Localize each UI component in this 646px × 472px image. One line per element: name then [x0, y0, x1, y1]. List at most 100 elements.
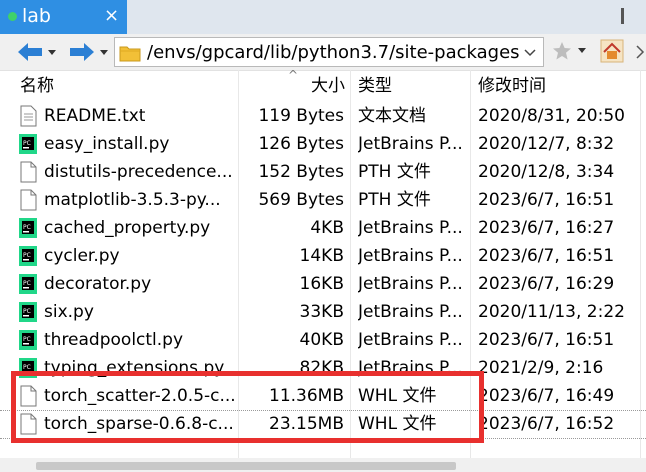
file-size: 11.36MB — [269, 386, 344, 406]
file-modified-date: 2023/6/7, 16:51 — [478, 246, 615, 266]
file-size: 14KB — [299, 246, 344, 266]
window-control-icon[interactable] — [612, 4, 638, 28]
svg-text:PC: PC — [23, 308, 31, 315]
file-row[interactable]: distutils-precedence... 152 Bytes PTH 文件 20… — [0, 158, 646, 186]
pycharm-file-icon: PC — [18, 273, 38, 295]
file-row[interactable]: matplotlib-3.5.3-py... 569 Bytes PTH 文件 202… — [0, 186, 646, 214]
file-size: 23.15MB — [269, 414, 344, 434]
file-name: decorator.py — [44, 274, 152, 294]
file-modified-date: 2023/6/7, 16:29 — [478, 274, 615, 294]
horizontal-scrollbar[interactable] — [0, 458, 646, 472]
forward-arrow-icon[interactable] — [68, 40, 96, 64]
home-icon[interactable] — [600, 39, 624, 63]
folder-icon — [119, 46, 141, 62]
file-type: 文本文档 — [358, 106, 426, 126]
pycharm-file-icon: PC — [18, 357, 38, 379]
pycharm-file-icon: PC — [18, 133, 38, 155]
file-size: 119 Bytes — [258, 106, 344, 126]
toolbar-overflow-arrow-icon[interactable] — [634, 42, 646, 62]
file-size: 40KB — [299, 330, 344, 350]
file-size: 569 Bytes — [258, 190, 344, 210]
tab-title: lab — [22, 5, 51, 27]
bookmark-chevron-down-icon[interactable] — [576, 44, 588, 56]
file-modified-date: 2020/11/13, 2:22 — [478, 302, 625, 322]
bookmark-star-icon[interactable] — [551, 40, 573, 62]
column-header-date[interactable]: 修改时间 — [478, 75, 546, 97]
file-modified-date: 2023/6/7, 16:27 — [478, 218, 615, 238]
generic-file-icon — [18, 413, 38, 435]
generic-file-icon — [18, 161, 38, 183]
file-type: JetBrains P... — [358, 358, 463, 378]
file-name: easy_install.py — [44, 134, 170, 154]
status-dot-icon — [8, 12, 17, 21]
generic-file-icon — [18, 385, 38, 407]
file-size: 33KB — [299, 302, 344, 322]
file-row[interactable]: PC six.py 33KB JetBrains P... 2020/11/13, 2:… — [0, 298, 646, 326]
file-row[interactable]: PC cycler.py 14KB JetBrains P... 2023/6/7, 1… — [0, 242, 646, 270]
file-row[interactable]: PC threadpoolctl.py 40KB JetBrains P... 2023… — [0, 326, 646, 354]
file-size: 152 Bytes — [258, 162, 344, 182]
pycharm-file-icon: PC — [18, 329, 38, 351]
pycharm-file-icon: PC — [18, 245, 38, 267]
svg-text:PC: PC — [23, 364, 31, 371]
address-path[interactable]: /envs/gpcard/lib/python3.7/site-packages — [147, 42, 520, 64]
file-name: torch_sparse-0.6.8-c... — [44, 414, 234, 434]
tab-close-icon[interactable]: × — [104, 6, 119, 26]
file-row[interactable]: PC easy_install.py 126 Bytes JetBrains P...… — [0, 130, 646, 158]
column-header-name[interactable]: 名称 — [20, 75, 54, 97]
file-name: six.py — [44, 302, 94, 322]
file-row[interactable]: README.txt 119 Bytes 文本文档 2020/8/31, 20:50 — [0, 102, 646, 130]
file-modified-date: 2020/12/8, 3:34 — [478, 162, 615, 182]
file-modified-date: 2023/6/7, 16:51 — [478, 330, 615, 350]
back-arrow-icon[interactable] — [16, 40, 44, 64]
back-history-chevron-down-icon[interactable] — [46, 40, 58, 64]
file-size: 16KB — [299, 274, 344, 294]
generic-file-icon — [18, 189, 38, 211]
file-modified-date: 2020/12/7, 8:32 — [478, 134, 615, 154]
file-type: JetBrains P... — [358, 134, 463, 154]
file-row[interactable]: torch_sparse-0.6.8-c... 23.15MB WHL 文件 2023… — [0, 410, 646, 439]
scrollbar-thumb[interactable] — [36, 462, 456, 470]
forward-history-chevron-down-icon[interactable] — [98, 40, 110, 64]
file-type: WHL 文件 — [358, 386, 437, 406]
file-size: 126 Bytes — [258, 134, 344, 154]
file-modified-date: 2020/8/31, 20:50 — [478, 106, 625, 126]
file-name: README.txt — [44, 106, 146, 126]
file-modified-date: 2023/6/7, 16:52 — [478, 414, 615, 434]
file-type: JetBrains P... — [358, 302, 463, 322]
file-type: PTH 文件 — [358, 162, 431, 182]
file-type: JetBrains P... — [358, 246, 463, 266]
file-type: PTH 文件 — [358, 190, 431, 210]
file-row[interactable]: torch_scatter-2.0.5-c... 11.36MB WHL 文件 202… — [0, 382, 646, 411]
file-size: 82KB — [299, 358, 344, 378]
file-row[interactable]: PC decorator.py 16KB JetBrains P... 2023/6/7… — [0, 270, 646, 298]
column-header-type[interactable]: 类型 — [358, 75, 392, 97]
file-name: torch_scatter-2.0.5-c... — [44, 386, 236, 406]
svg-text:PC: PC — [23, 252, 31, 259]
file-row[interactable]: PC cached_property.py 4KB JetBrains P... 202… — [0, 214, 646, 242]
file-name: typing_extensions.py — [44, 358, 225, 378]
file-type: JetBrains P... — [358, 218, 463, 238]
file-name: cached_property.py — [44, 218, 211, 238]
svg-text:PC: PC — [23, 280, 31, 287]
sort-ascending-icon: ^ — [288, 68, 299, 82]
file-modified-date: 2023/6/7, 16:49 — [478, 386, 615, 406]
toolbar: /envs/gpcard/lib/python3.7/site-packages — [0, 34, 646, 71]
file-name: threadpoolctl.py — [44, 330, 184, 350]
svg-text:PC: PC — [23, 224, 31, 231]
column-header-size[interactable]: 大小 — [311, 75, 345, 97]
tab-lab[interactable]: lab × — [0, 0, 127, 34]
file-name: distutils-precedence... — [44, 162, 233, 182]
file-size: 4KB — [310, 218, 344, 238]
tab-bar: lab × — [0, 0, 646, 34]
address-bar[interactable]: /envs/gpcard/lib/python3.7/site-packages — [114, 37, 544, 67]
pycharm-file-icon: PC — [18, 301, 38, 323]
file-name: cycler.py — [44, 246, 120, 266]
address-chevron-down-icon[interactable] — [521, 42, 539, 62]
svg-text:PC: PC — [23, 140, 31, 147]
file-name: matplotlib-3.5.3-py... — [44, 190, 221, 210]
file-list: 名称 ^ 大小 类型 修改时间 README.txt 119 Bytes 文本文档 2… — [0, 68, 646, 472]
svg-text:PC: PC — [23, 336, 31, 343]
file-row[interactable]: PC typing_extensions.py 82KB JetBrains P...… — [0, 354, 646, 382]
pycharm-file-icon: PC — [18, 217, 38, 239]
